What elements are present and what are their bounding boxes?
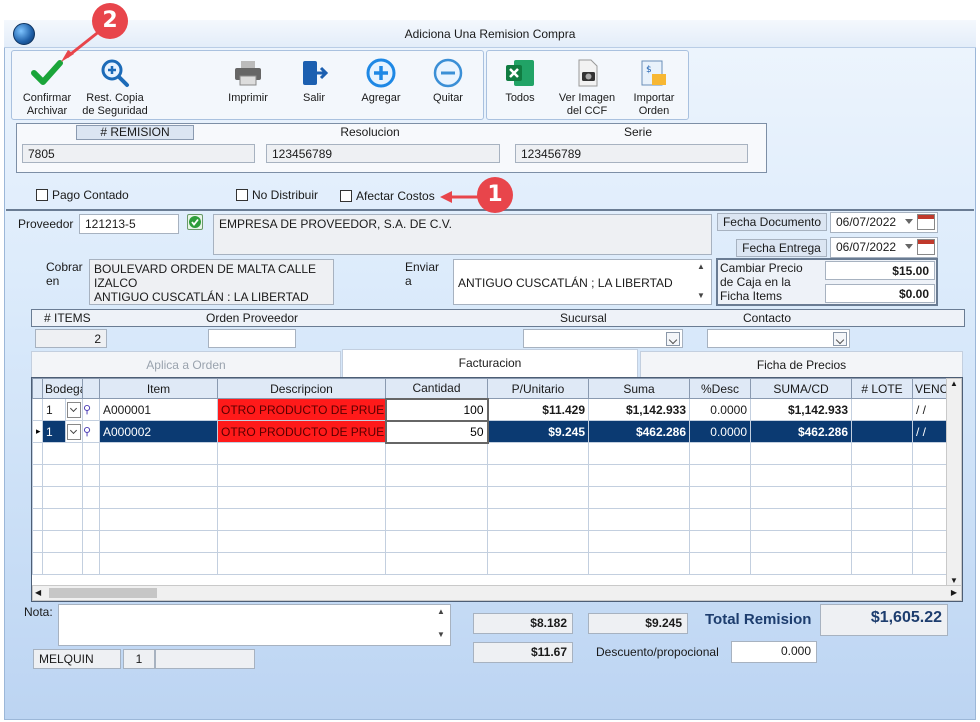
- annotation-arrows: [61, 28, 478, 203]
- annotation-badge-1: 1: [477, 177, 513, 213]
- annotation-arrowhead-1: [440, 191, 452, 203]
- annotation-badge-2: 2: [92, 3, 128, 39]
